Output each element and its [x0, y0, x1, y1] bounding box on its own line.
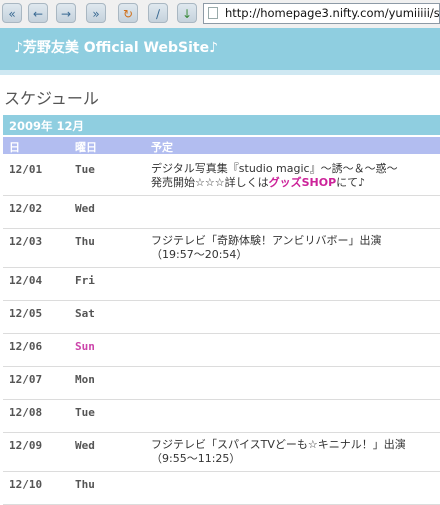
- site-header: ♪芳野友美 Official WebSite♪: [0, 28, 440, 70]
- row-date: 12/01: [9, 163, 43, 176]
- row-plan-line: デジタル写真集『studio magic』～誘～＆～惑～: [151, 162, 398, 175]
- row-day: Fri: [75, 274, 95, 287]
- goods-shop-link[interactable]: グッズSHOP: [269, 176, 337, 189]
- browser-toolbar: « ← → » ↻ ∕ ↓ http://homepage3.nifty.com…: [0, 0, 440, 29]
- row-plan-line: （19:57～20:54）: [151, 248, 248, 261]
- row-plan-line: 発売開始☆☆☆詳しくはグッズSHOPにて♪: [151, 176, 436, 190]
- schedule-table: 12/01 Tue デジタル写真集『studio magic』～誘～＆～惑～ 発…: [3, 157, 440, 505]
- row-date: 12/02: [9, 202, 43, 215]
- row-day: Tue: [75, 163, 95, 176]
- table-row: 12/05 Sat: [3, 301, 440, 334]
- table-row: 12/07 Mon: [3, 367, 440, 400]
- table-row: 12/04 Fri: [3, 268, 440, 301]
- row-day: Thu: [75, 478, 95, 491]
- back-icon[interactable]: ←: [28, 3, 48, 23]
- table-row: 12/09 Wed フジテレビ「スパイスTVどーも☆キニナル！」出演 （9:55…: [3, 433, 440, 472]
- column-header-bar: 日 曜日 予定: [3, 137, 440, 154]
- page-action-icon[interactable]: ↓: [177, 3, 197, 23]
- row-day: Sat: [75, 307, 95, 320]
- forward-arrows-icon[interactable]: »: [86, 3, 106, 23]
- row-plan: フジテレビ「スパイスTVどーも☆キニナル！」出演 （9:55～11:25）: [151, 438, 436, 466]
- row-date: 12/06: [9, 340, 43, 353]
- table-row: 12/10 Thu: [3, 472, 440, 505]
- table-row: 12/03 Thu フジテレビ「奇跡体験！アンビリバボー」出演 （19:57～2…: [3, 229, 440, 268]
- table-row: 12/08 Tue: [3, 400, 440, 433]
- table-row: 12/02 Wed: [3, 196, 440, 229]
- row-date: 12/05: [9, 307, 43, 320]
- page-title: スケジュール: [4, 89, 99, 108]
- row-date: 12/07: [9, 373, 43, 386]
- column-header-plan: 予定: [151, 141, 173, 154]
- site-title: ♪芳野友美 Official WebSite♪: [14, 40, 219, 56]
- row-plan: デジタル写真集『studio magic』～誘～＆～惑～ 発売開始☆☆☆詳しくは…: [151, 162, 436, 190]
- row-date: 12/04: [9, 274, 43, 287]
- row-day: Thu: [75, 235, 95, 248]
- row-plan: フジテレビ「奇跡体験！アンビリバボー」出演 （19:57～20:54）: [151, 234, 436, 262]
- row-day: Wed: [75, 439, 95, 452]
- row-day: Tue: [75, 406, 95, 419]
- column-header-date: 日: [9, 141, 20, 154]
- row-date: 12/08: [9, 406, 43, 419]
- row-plan-line: フジテレビ「奇跡体験！アンビリバボー」出演: [151, 234, 382, 247]
- month-bar: 2009年 12月: [3, 115, 440, 135]
- table-row: 12/06 Sun: [3, 334, 440, 367]
- row-day: Wed: [75, 202, 95, 215]
- header-strip: [0, 70, 440, 75]
- address-bar-text: http://homepage3.nifty.com/yumiiiii/s: [225, 6, 440, 20]
- forward-icon[interactable]: →: [56, 3, 76, 23]
- row-date: 12/03: [9, 235, 43, 248]
- row-day: Mon: [75, 373, 95, 386]
- page-icon: [208, 7, 218, 19]
- table-row: 12/01 Tue デジタル写真集『studio magic』～誘～＆～惑～ 発…: [3, 157, 440, 196]
- row-plan-text: にて♪: [336, 176, 366, 189]
- back-arrows-icon[interactable]: «: [2, 3, 22, 23]
- row-plan-line: （9:55～11:25）: [151, 452, 241, 465]
- row-day: Sun: [75, 340, 95, 353]
- row-date: 12/09: [9, 439, 43, 452]
- reload-icon[interactable]: ↻: [118, 3, 138, 23]
- column-header-day: 曜日: [75, 141, 97, 154]
- edit-icon[interactable]: ∕: [148, 3, 168, 23]
- month-label: 2009年 12月: [9, 119, 85, 133]
- address-bar[interactable]: http://homepage3.nifty.com/yumiiiii/s: [203, 3, 440, 24]
- row-plan-text: 発売開始☆☆☆詳しくは: [151, 176, 269, 189]
- row-date: 12/10: [9, 478, 43, 491]
